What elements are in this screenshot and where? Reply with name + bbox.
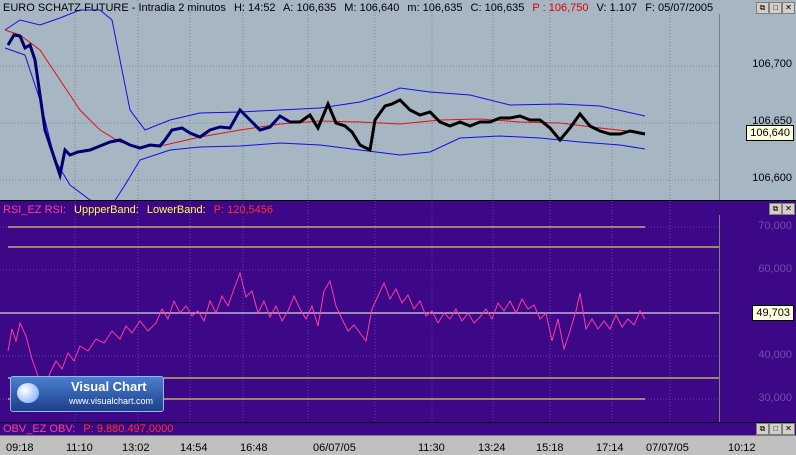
x-tick: 11:10 — [66, 442, 93, 454]
price-y-tick: 106,700 — [752, 58, 792, 70]
high-label: M: 106,640 — [344, 2, 400, 14]
x-tick: 11:30 — [418, 442, 445, 454]
x-tick: 09:18 — [6, 442, 34, 454]
date-label: F: 05/07/2005 — [645, 2, 714, 14]
obv-p-label: P: 9.880.497,0000 — [83, 423, 174, 435]
rsi-header: RSI_EZ RSI: UppperBand: LowerBand: P: 12… — [0, 202, 278, 218]
logo-name: Visual Chart — [71, 379, 147, 394]
rsi-y-tick: 40,000 — [758, 349, 792, 361]
rsi-y-tick: 30,000 — [758, 392, 792, 404]
price-grid — [0, 0, 720, 200]
rsi-y-axis[interactable]: 70,000 60,000 40,000 30,000 49,703 — [719, 215, 796, 423]
rsi-current-tag: 49,703 — [752, 305, 794, 321]
obv-pane[interactable]: OBV_EZ OBV: P: 9.880.497,0000 ⧉ □ ✕ — [0, 422, 796, 435]
maximize-button[interactable]: □ — [769, 2, 782, 14]
rsi-line — [7, 271, 646, 393]
x-tick: 10:12 — [728, 442, 756, 454]
rsi-restore-button[interactable]: ⧉ — [769, 203, 782, 215]
volume-label: V: 1.107 — [596, 2, 638, 14]
obv-close-button[interactable]: ✕ — [782, 423, 795, 435]
rsi-pane[interactable]: RSI_EZ RSI: UppperBand: LowerBand: P: 12… — [0, 200, 796, 423]
obv-label: OBV_EZ OBV: — [3, 423, 76, 435]
price-bars — [6, 33, 291, 181]
x-tick: 13:24 — [478, 442, 506, 454]
x-tick: 07/07/05 — [646, 442, 689, 454]
logo-swoosh-icon — [17, 383, 39, 403]
moving-average — [4, 29, 646, 148]
instrument-title: EURO SCHATZ FUTURE - Intradia 2 minutos — [3, 2, 226, 14]
time-label: H: 14:52 — [233, 2, 276, 14]
visual-chart-logo[interactable]: Visual Chart www.visualchart.com — [10, 376, 164, 412]
obv-restore-button[interactable]: ⧉ — [756, 423, 769, 435]
rsi-close-button[interactable]: ✕ — [782, 203, 795, 215]
price-current-tag: 106,640 — [746, 125, 794, 141]
open-label: A: 106,635 — [283, 2, 337, 14]
p-label: P : 106,750 — [532, 2, 589, 14]
x-tick: 17:14 — [596, 442, 624, 454]
rsi-y-tick: 60,000 — [758, 263, 792, 275]
rsi-p-label: P: 120,5456 — [213, 204, 274, 216]
x-tick: 15:18 — [536, 442, 564, 454]
x-tick: 13:02 — [122, 442, 150, 454]
obv-maximize-button[interactable]: □ — [769, 423, 782, 435]
close-button[interactable]: ✕ — [782, 2, 795, 14]
x-tick: 16:48 — [240, 442, 268, 454]
obv-header: OBV_EZ OBV: P: 9.880.497,0000 — [0, 423, 178, 435]
low-label: m: 106,635 — [407, 2, 463, 14]
rsi-label: RSI_EZ RSI: — [3, 204, 66, 216]
rsi-lower-label: LowerBand: — [146, 204, 206, 216]
bollinger-lower — [4, 47, 646, 200]
x-tick: 06/07/05 — [313, 442, 356, 454]
close-label: C: 106,635 — [470, 2, 525, 14]
restore-button[interactable]: ⧉ — [756, 2, 769, 14]
rsi-upper-label: UppperBand: — [74, 204, 139, 216]
x-tick: 14:54 — [180, 442, 208, 454]
price-y-tick: 106,600 — [752, 172, 792, 184]
logo-url: www.visualchart.com — [69, 396, 154, 406]
price-y-axis[interactable]: 106,700 106,650 106,600 106,640 — [719, 14, 796, 200]
price-pane[interactable]: EURO SCHATZ FUTURE - Intradia 2 minutos … — [0, 0, 796, 200]
rsi-y-tick: 70,000 — [758, 220, 792, 232]
price-header: EURO SCHATZ FUTURE - Intradia 2 minutos … — [0, 0, 718, 16]
